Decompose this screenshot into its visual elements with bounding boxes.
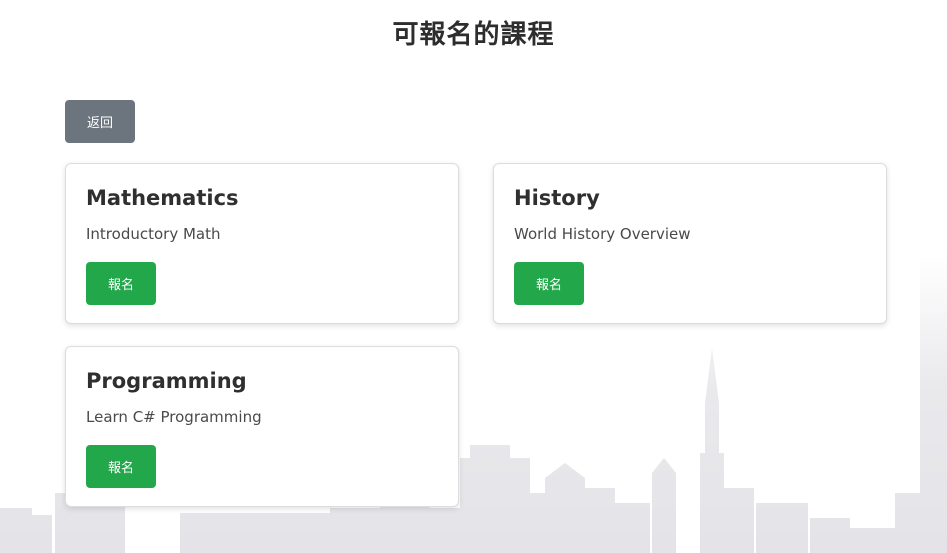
page-title: 可報名的課程	[392, 20, 555, 50]
course-description: World History Overview	[514, 225, 691, 243]
course-list-page: 可報名的課程 返回 Mathematics Introductory Math …	[0, 0, 947, 553]
course-description: Learn C# Programming	[86, 408, 262, 426]
course-title: History	[514, 186, 600, 210]
enroll-button[interactable]: 報名	[86, 445, 156, 488]
back-button[interactable]: 返回	[65, 100, 135, 143]
course-card-programming: Programming Learn C# Programming 報名	[65, 346, 459, 507]
enroll-button[interactable]: 報名	[86, 262, 156, 305]
course-description: Introductory Math	[86, 225, 221, 243]
course-card-mathematics: Mathematics Introductory Math 報名	[65, 163, 459, 324]
course-title: Programming	[86, 369, 247, 393]
course-card-history: History World History Overview 報名	[493, 163, 887, 324]
enroll-button[interactable]: 報名	[514, 262, 584, 305]
course-title: Mathematics	[86, 186, 239, 210]
